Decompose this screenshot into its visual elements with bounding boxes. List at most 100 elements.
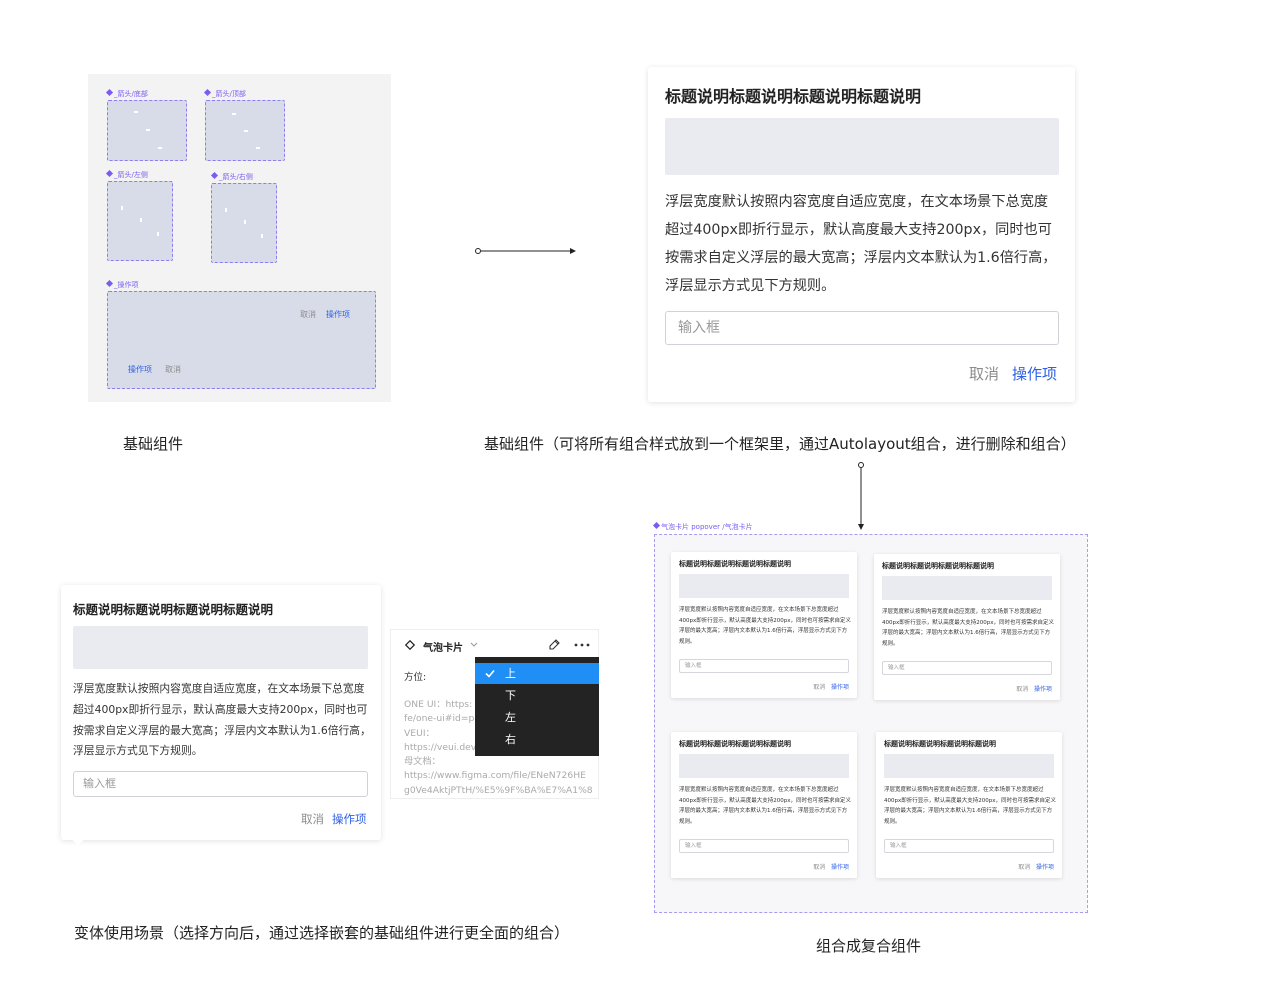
popover-body: 浮层宽度默认按照内容宽度自适应宽度，在文本场景下总宽度超过400px即折行显示，…: [679, 607, 851, 645]
direction-label: 方位:: [404, 672, 427, 683]
direction-option-down[interactable]: 下: [475, 685, 599, 706]
popover-title: 标题说明标题说明标题说明标题说明: [665, 87, 922, 106]
cancel-button[interactable]: 取消: [301, 811, 324, 827]
component-name[interactable]: 气泡卡片: [423, 639, 463, 654]
popover-title: 标题说明标题说明标题说明标题说明: [882, 562, 994, 570]
direction-option-right[interactable]: 右: [475, 729, 599, 750]
arrow-bottom-label: _箭头/底部: [105, 88, 148, 99]
arrow-tick: [244, 130, 248, 132]
component-icon: [210, 171, 219, 180]
component-icon: [652, 521, 661, 530]
flow-arrow-right-icon: [475, 248, 576, 254]
composite-frame-label: 气泡卡片 popover /气泡卡片: [652, 521, 753, 532]
doc-line[interactable]: https://www.figma.com/file/ENeN726HE: [404, 769, 593, 783]
popover-title: 标题说明标题说明标题说明标题说明: [679, 740, 791, 748]
action-button[interactable]: 操作项: [326, 309, 350, 320]
caption-composite: 组合成复合组件: [816, 937, 922, 955]
popover-image-placeholder: [882, 576, 1052, 600]
action-button[interactable]: 操作项: [1034, 686, 1052, 693]
cancel-button[interactable]: 取消: [969, 363, 999, 384]
popover-title: 标题说明标题说明标题说明标题说明: [884, 740, 996, 748]
arrow-tick: [256, 147, 260, 149]
cancel-button[interactable]: 取消: [1016, 686, 1028, 693]
popover-image-placeholder: [679, 754, 849, 778]
mini-popover-card[interactable]: 标题说明标题说明标题说明标题说明 浮层宽度默认按照内容宽度自适应宽度，在文本场景…: [671, 732, 857, 878]
arrow-tick: [157, 232, 159, 236]
popover-card-large: 标题说明标题说明标题说明标题说明 浮层宽度默认按照内容宽度自适应宽度，在文本场景…: [648, 67, 1075, 402]
mini-popover-card[interactable]: 标题说明标题说明标题说明标题说明 浮层宽度默认按照内容宽度自适应宽度，在文本场景…: [671, 552, 857, 698]
popover-input[interactable]: 输入框: [665, 311, 1059, 345]
popover-image-placeholder: [665, 118, 1059, 175]
mini-popover-card[interactable]: 标题说明标题说明标题说明标题说明 浮层宽度默认按照内容宽度自适应宽度，在文本场景…: [876, 732, 1062, 878]
component-diamond-icon: [405, 640, 415, 650]
popover-input[interactable]: 输入框: [679, 839, 849, 853]
caption-variant: 变体使用场景（选择方向后，通过选择嵌套的基础组件进行更全面的组合）: [74, 924, 570, 942]
popover-input[interactable]: 输入框: [679, 659, 849, 673]
component-icon: [105, 88, 114, 97]
component-icon: [105, 169, 114, 178]
cancel-button[interactable]: 取消: [813, 684, 825, 691]
popover-body: 浮层宽度默认按照内容宽度自适应宽度，在文本场景下总宽度超过400px即折行显示，…: [679, 787, 851, 825]
arrow-tick: [134, 111, 138, 113]
arrow-top-component[interactable]: [205, 100, 285, 161]
arrow-tick: [261, 234, 263, 238]
actions-label: _操作项: [105, 279, 139, 290]
arrow-tick: [244, 220, 246, 224]
cancel-button[interactable]: 取消: [165, 364, 181, 375]
direction-option-left[interactable]: 左: [475, 707, 599, 728]
edit-component-icon[interactable]: [547, 638, 561, 652]
arrow-right-component[interactable]: [211, 183, 277, 263]
popover-actions: 取消 操作项: [813, 682, 849, 691]
actions-component[interactable]: 取消 操作项 操作项 取消: [107, 291, 376, 389]
doc-line: 母文档：: [404, 756, 441, 768]
chevron-down-icon[interactable]: [470, 642, 478, 648]
arrow-top-label: _箭头/顶部: [203, 88, 246, 99]
cancel-button[interactable]: 取消: [300, 309, 316, 320]
popover-actions: 取消 操作项: [813, 862, 849, 871]
action-button[interactable]: 操作项: [1012, 363, 1057, 384]
direction-option-up[interactable]: 上: [475, 663, 599, 684]
mini-popover-card[interactable]: 标题说明标题说明标题说明标题说明 浮层宽度默认按照内容宽度自适应宽度，在文本场景…: [874, 554, 1060, 700]
composite-frame: 标题说明标题说明标题说明标题说明 浮层宽度默认按照内容宽度自适应宽度，在文本场景…: [654, 534, 1088, 913]
action-button[interactable]: 操作项: [128, 364, 152, 375]
popover-input[interactable]: 输入框: [882, 661, 1052, 675]
popover-body: 浮层宽度默认按照内容宽度自适应宽度，在文本场景下总宽度超过400px即折行显示，…: [73, 682, 371, 758]
popover-actions: 取消 操作项: [1018, 862, 1054, 871]
cancel-button[interactable]: 取消: [813, 864, 825, 871]
popover-body: 浮层宽度默认按照内容宽度自适应宽度，在文本场景下总宽度超过400px即折行显示，…: [665, 194, 1057, 294]
arrow-bottom-component[interactable]: [107, 100, 187, 161]
direction-dropdown-menu: 上 下 左 右: [475, 657, 599, 756]
cancel-button[interactable]: 取消: [1018, 864, 1030, 871]
arrow-tick: [158, 147, 162, 149]
popover-card-variant: 标题说明标题说明标题说明标题说明 浮层宽度默认按照内容宽度自适应宽度，在文本场景…: [61, 585, 381, 840]
more-icon[interactable]: [574, 642, 590, 648]
arrow-left-label: _箭头/左侧: [105, 169, 148, 180]
popover-image-placeholder: [73, 626, 368, 669]
base-components-panel: _箭头/底部 _箭头/顶部 _箭头/左侧 _箭头/右侧 _操作项 取消 操作项 …: [88, 74, 391, 402]
popover-title: 标题说明标题说明标题说明标题说明: [73, 602, 274, 617]
check-icon: [485, 669, 495, 678]
action-button[interactable]: 操作项: [332, 811, 367, 827]
caption-base: 基础组件: [123, 435, 184, 453]
arrow-tick: [140, 218, 142, 222]
popover-arrow-icon: [71, 839, 85, 845]
popover-title: 标题说明标题说明标题说明标题说明: [679, 560, 791, 568]
arrow-tick: [232, 113, 236, 115]
popover-input[interactable]: 输入框: [884, 839, 1054, 853]
arrow-right-label: _箭头/右侧: [210, 171, 253, 182]
action-button[interactable]: 操作项: [1036, 864, 1054, 871]
popover-image-placeholder: [884, 754, 1054, 778]
doc-line[interactable]: g0Ve4AktjPTtH/%E5%9F%BA%E7%A1%8: [404, 784, 593, 798]
action-button[interactable]: 操作项: [831, 684, 849, 691]
component-icon: [203, 88, 212, 97]
arrow-tick: [121, 206, 123, 210]
flow-arrow-down-icon: [858, 462, 864, 530]
popover-body: 浮层宽度默认按照内容宽度自适应宽度，在文本场景下总宽度超过400px即折行显示，…: [882, 609, 1054, 647]
popover-input[interactable]: 输入框: [73, 771, 368, 797]
caption-base-note: 基础组件（可将所有组合样式放到一个框架里，通过Autolayout组合，进行删除…: [484, 435, 1076, 453]
arrow-tick: [225, 208, 227, 212]
popover-actions: 取消 操作项: [1016, 684, 1052, 693]
component-icon: [105, 279, 114, 288]
arrow-left-component[interactable]: [107, 181, 173, 261]
action-button[interactable]: 操作项: [831, 864, 849, 871]
